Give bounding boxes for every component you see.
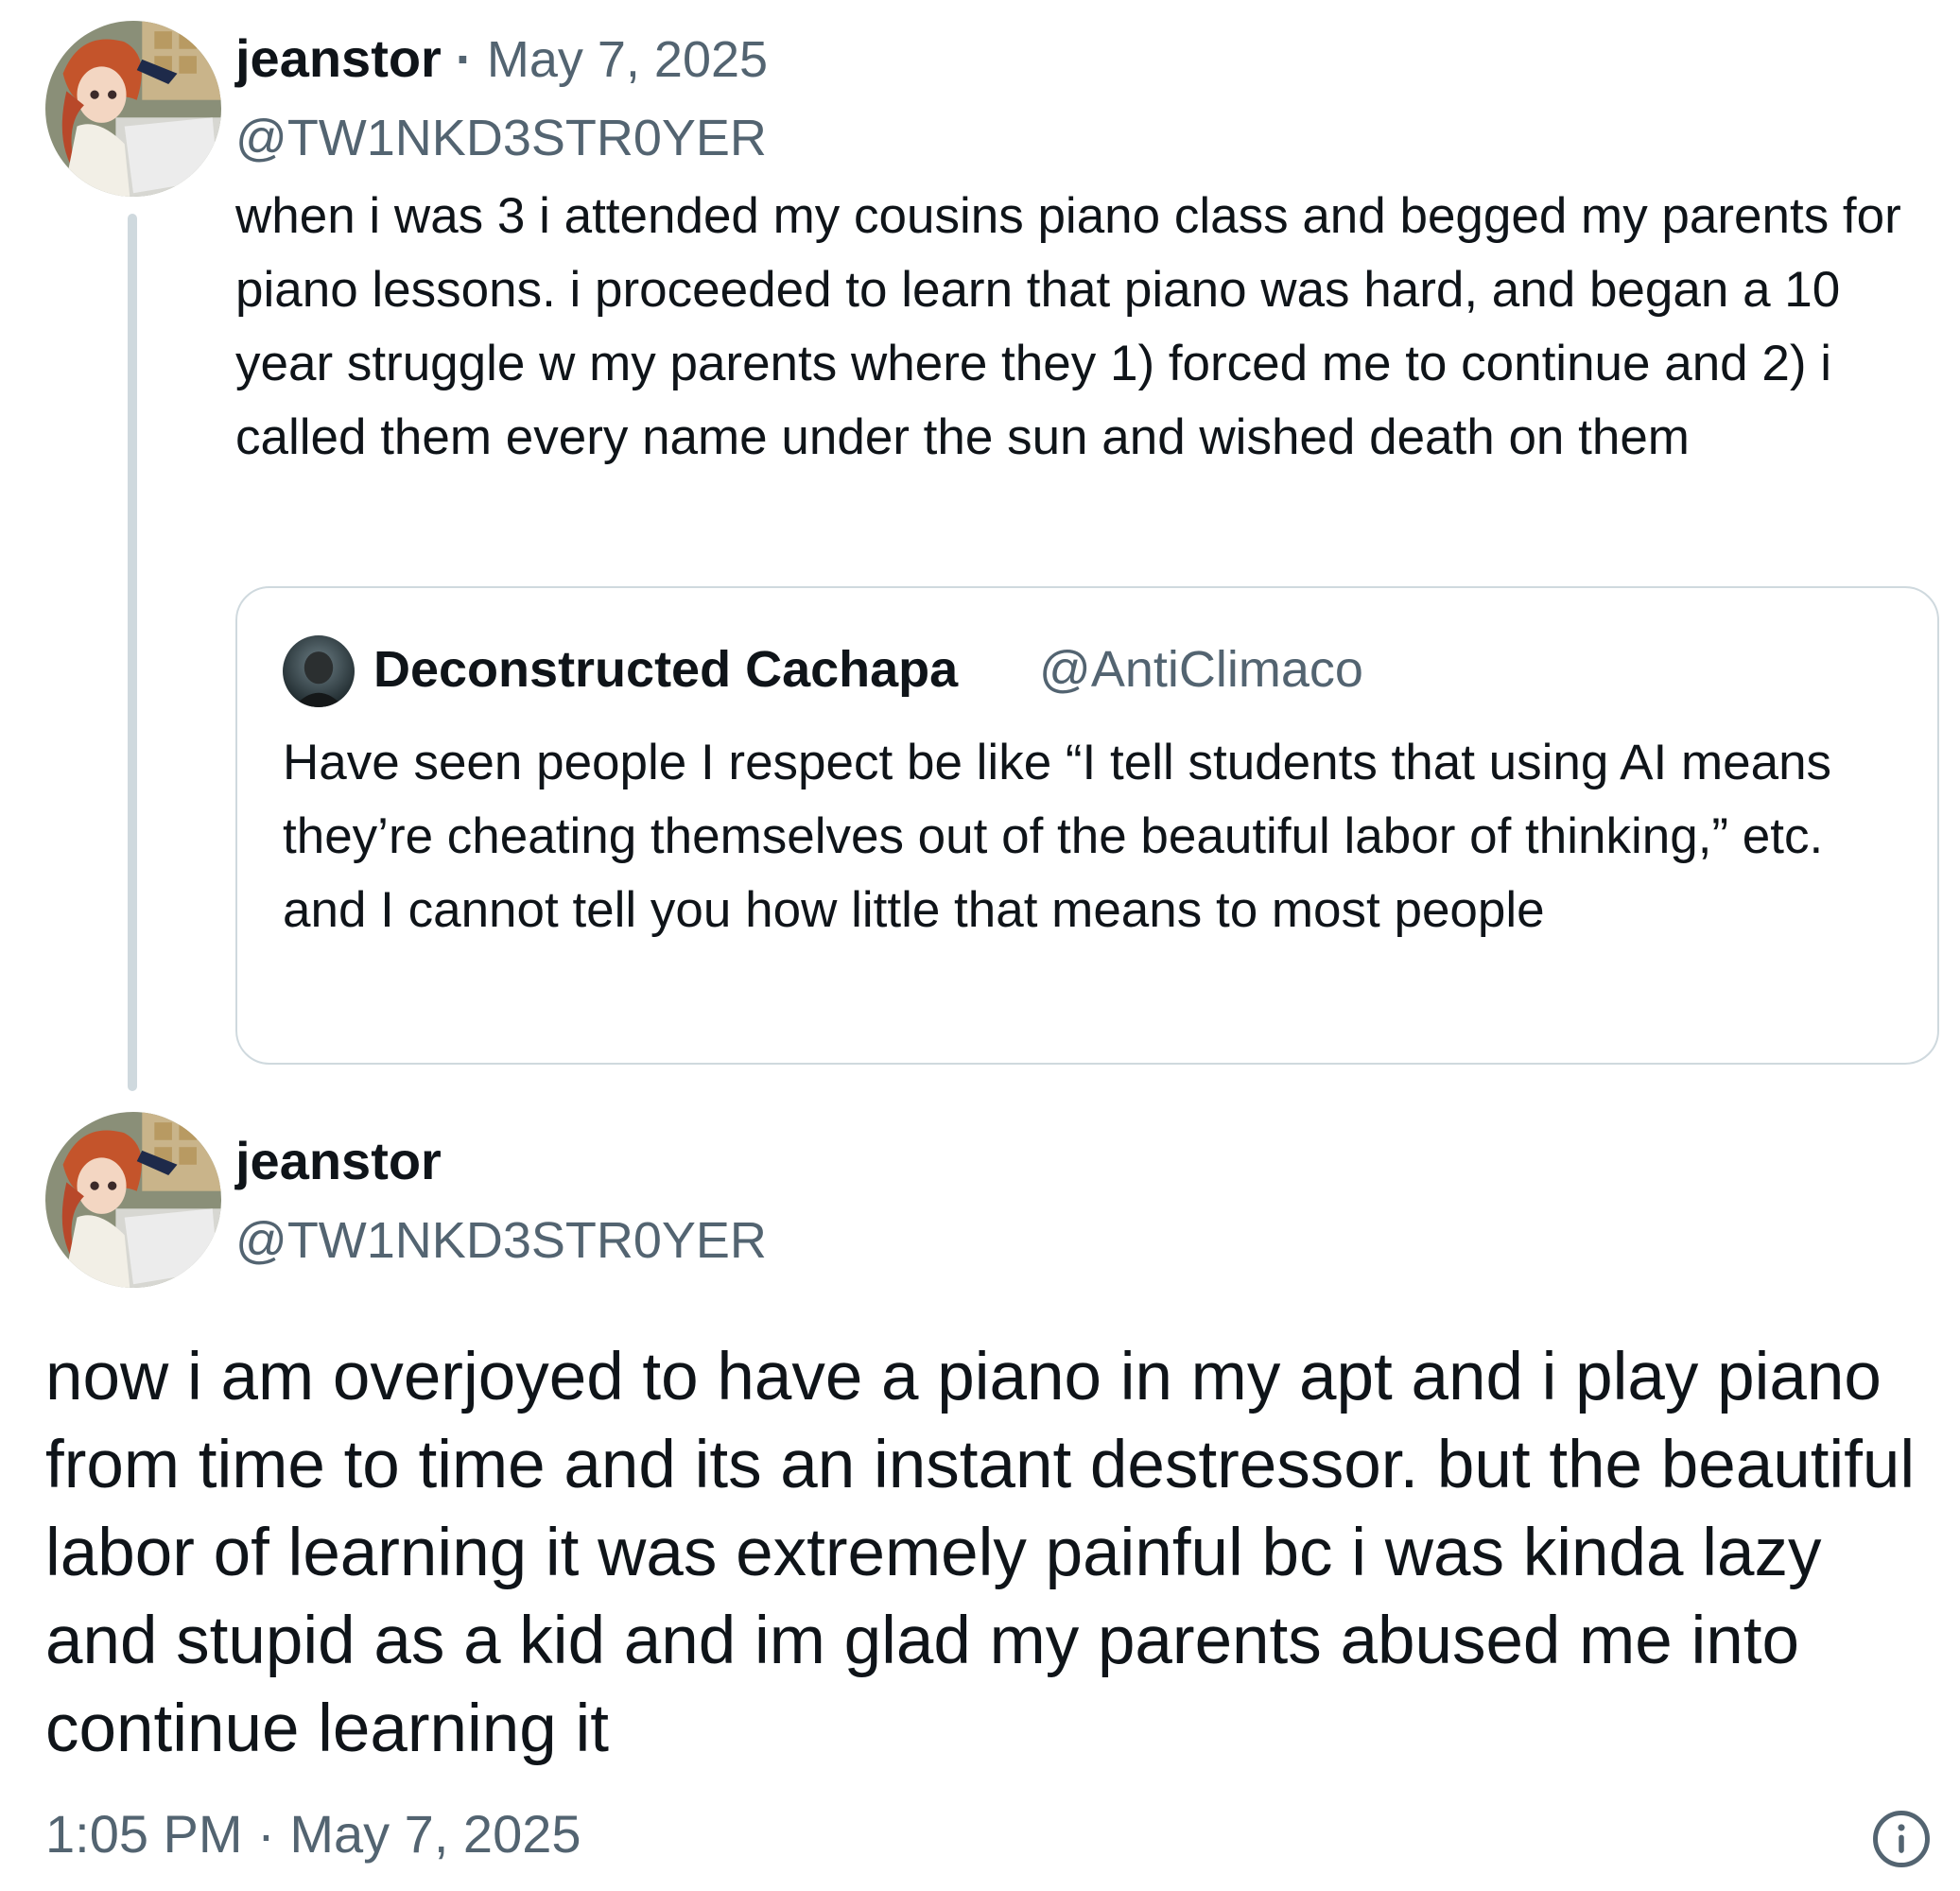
quoted-tweet-text: Have seen people I respect be like “I te…: [283, 735, 1832, 938]
quoted-author-name[interactable]: Deconstructed Cachapa: [373, 639, 958, 700]
dark-photo-avatar-icon: [283, 635, 355, 707]
main-tweet-timestamp[interactable]: 1:05 PM · May 7, 2025: [45, 1804, 581, 1865]
anime-character-avatar-icon: [45, 1112, 221, 1288]
quoted-author-avatar[interactable]: [283, 635, 355, 707]
parent-tweet-date[interactable]: May 7, 2025: [487, 31, 768, 88]
main-author-name[interactable]: jeanstor: [235, 1131, 442, 1191]
parent-author-name[interactable]: jeanstor: [235, 28, 442, 88]
quoted-tweet-card[interactable]: Deconstructed Cachapa @AntiClimaco Have …: [235, 586, 1939, 1065]
main-author-avatar[interactable]: [45, 1112, 221, 1288]
anime-character-avatar-icon: [45, 21, 221, 197]
parent-tweet-text: when i was 3 i attended my cousins piano…: [235, 188, 1901, 465]
parent-author-avatar[interactable]: [45, 21, 221, 197]
info-circle-icon[interactable]: [1870, 1808, 1933, 1870]
main-tweet-text: now i am overjoyed to have a piano in my…: [45, 1340, 1916, 1766]
thread-connector-line: [128, 214, 137, 1091]
date-separator: ·: [441, 31, 487, 88]
parent-author-handle[interactable]: @TW1NKD3STR0YER: [235, 108, 767, 168]
quoted-author-handle[interactable]: @AntiClimaco: [1039, 639, 1363, 700]
main-author-handle[interactable]: @TW1NKD3STR0YER: [235, 1210, 767, 1271]
